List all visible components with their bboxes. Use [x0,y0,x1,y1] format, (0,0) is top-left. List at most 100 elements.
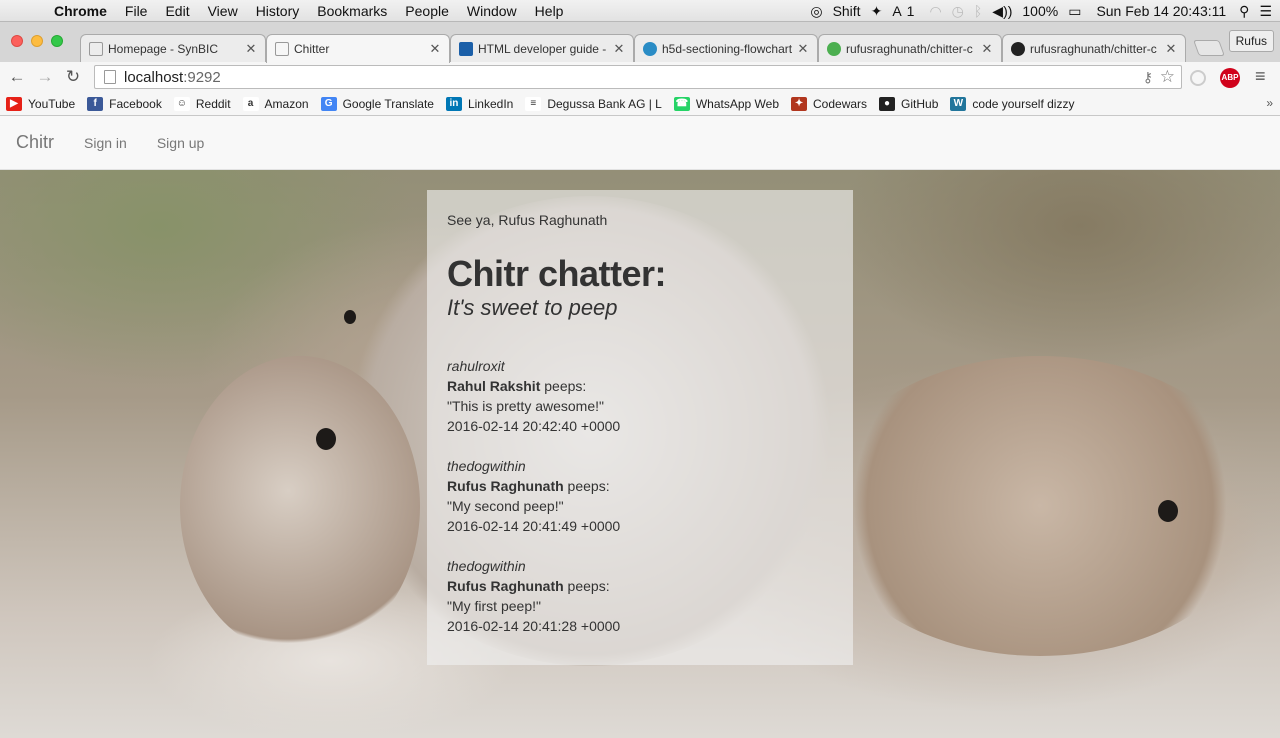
menu-bookmarks[interactable]: Bookmarks [308,3,396,19]
menu-window[interactable]: Window [458,3,526,19]
page-tagline: It's sweet to peep [447,295,618,320]
bookmark-label: Facebook [109,96,162,111]
tab-chitter-repo-1[interactable]: rufusraghunath/chitter-c ✕ [818,34,1002,62]
tab-title: HTML developer guide - · [478,41,609,56]
zoom-window-button[interactable] [51,35,63,47]
page-title: Chitr chatter: [447,253,667,294]
notification-center-icon[interactable]: ☰ [1254,3,1280,20]
close-window-button[interactable] [11,35,23,47]
tab-chitter[interactable]: Chitter ✕ [266,34,450,63]
forward-icon[interactable]: → [31,67,59,87]
menu-file[interactable]: File [116,3,157,19]
youtube-icon: ▶ [6,96,22,111]
menu-app-name[interactable]: Chrome [48,3,116,19]
address-url[interactable]: localhost:9292 [124,69,221,86]
page-icon [275,42,289,56]
clock[interactable]: Sun Feb 14 20:43:11 [1086,3,1231,19]
squirrel-right [820,356,1260,656]
peeps-panel: See ya, Rufus Raghunath Chitr chatter: I… [427,190,853,665]
bookmark-reddit[interactable]: ☺ Reddit [173,96,231,111]
tab-h5d-sectioning[interactable]: h5d-sectioning-flowchart ✕ [634,34,818,62]
bookmark-google-translate[interactable]: G Google Translate [320,96,434,111]
bookmark-whatsapp[interactable]: ☎ WhatsApp Web [673,96,780,111]
extension-icon[interactable] [1190,70,1206,86]
peep-text: "My second peep!" [447,498,564,514]
status-area: ◎ Shift ✦ A1 ◠ ◷ ᛒ ◀)) 100% ▭ Sun Feb 14… [805,0,1280,22]
back-icon[interactable]: ← [3,67,31,87]
bookmark-label: WhatsApp Web [695,96,780,111]
wifi-icon[interactable]: ◠ [924,3,946,20]
menu-history[interactable]: History [247,3,309,19]
degussa-icon: ≡ [525,96,542,111]
codewars-icon: ✦ [791,96,808,111]
key-icon[interactable]: ⚷ [1143,69,1153,86]
bookmark-linkedin[interactable]: in LinkedIn [445,96,513,111]
shift-icon[interactable]: ◎ [805,3,827,20]
tab-html-developer-guide[interactable]: HTML developer guide - · ✕ [450,34,634,62]
time-machine-icon[interactable]: ◷ [947,3,969,20]
bookmark-facebook[interactable]: f Facebook [87,96,162,111]
spotlight-search-icon[interactable]: ⚲ [1231,3,1254,20]
peep-timestamp: 2016-02-14 20:42:40 +0000 [447,418,621,434]
squirrel-eye [316,428,336,450]
window-controls [11,35,63,47]
url-host: localhost [124,68,184,86]
battery-percent[interactable]: 100% [1017,3,1063,19]
close-tab-icon[interactable]: ✕ [797,41,809,57]
tab-strip: Homepage - SynBIC ✕ Chitter ✕ HTML devel… [0,22,1280,63]
sign-in-link[interactable]: Sign in [84,135,127,151]
bookmark-codewars[interactable]: ✦ Codewars [791,96,867,111]
html-guide-icon [459,41,473,56]
site-brand-link[interactable]: Chitr [16,132,54,153]
bookmark-github[interactable]: ● GitHub [879,96,938,111]
shift-label[interactable]: Shift [828,3,866,19]
url-port: :9292 [183,68,221,86]
dropbox-icon[interactable]: ✦ [866,3,888,20]
battery-icon[interactable]: ▭ [1063,3,1086,20]
bookmark-label: Amazon [264,96,309,111]
close-tab-icon[interactable]: ✕ [245,41,257,57]
page-info-icon[interactable] [104,70,116,84]
bookmark-youtube[interactable]: ▶ YouTube [6,96,75,111]
adobe-icon[interactable]: A1 [887,3,924,19]
bluetooth-icon[interactable]: ᛒ [969,3,987,19]
greeting-text: See ya, Rufus Raghunath [447,212,608,228]
bookmark-amazon[interactable]: a Amazon [242,96,309,111]
new-tab-button[interactable] [1193,40,1225,56]
reload-icon[interactable]: ↻ [59,67,87,87]
peep-timestamp: 2016-02-14 20:41:49 +0000 [447,518,621,534]
whatsapp-icon: ☎ [673,96,690,111]
sign-up-link[interactable]: Sign up [157,135,204,151]
minimize-window-button[interactable] [31,35,43,47]
tab-homepage-synbic[interactable]: Homepage - SynBIC ✕ [80,34,266,62]
menu-view[interactable]: View [199,3,247,19]
close-tab-icon[interactable]: ✕ [429,41,441,57]
squirrel-left [180,356,420,656]
bookmark-label: code yourself dizzy [972,96,1075,111]
bookmark-label: Degussa Bank AG | L [547,96,662,111]
peep-author: Rahul Rakshit [447,378,541,394]
menu-edit[interactable]: Edit [156,3,198,19]
site-navbar: Chitr Sign in Sign up [0,116,1280,170]
address-bar[interactable]: localhost:9292 ⚷ ☆ [94,65,1182,89]
peep-text: "This is pretty awesome!" [447,398,604,414]
close-tab-icon[interactable]: ✕ [981,41,993,57]
peep-text: "My first peep!" [447,598,541,614]
volume-icon[interactable]: ◀)) [987,3,1017,20]
close-tab-icon[interactable]: ✕ [613,41,625,57]
facebook-icon: f [87,96,104,111]
menu-help[interactable]: Help [526,3,573,19]
tab-chitter-repo-2[interactable]: rufusraghunath/chitter-c ✕ [1002,34,1186,62]
adblock-plus-icon[interactable]: ABP [1220,68,1240,88]
wordpress-icon: W [950,96,967,111]
close-tab-icon[interactable]: ✕ [1165,41,1177,57]
profile-button[interactable]: Rufus [1228,30,1274,52]
bookmark-degussa[interactable]: ≡ Degussa Bank AG | L [525,96,662,111]
bookmarks-overflow-chevron-icon[interactable]: » [1266,96,1273,110]
bookmark-star-icon[interactable]: ☆ [1160,67,1175,87]
bookmark-wordpress[interactable]: Wcode yourself dizzy [950,96,1075,111]
menu-people[interactable]: People [396,3,458,19]
chrome-menu-icon[interactable]: ≡ [1255,66,1266,87]
peep-author: Rufus Raghunath [447,578,564,594]
web-page: Chitr Sign in Sign up See ya, Rufus Ragh… [0,116,1280,738]
